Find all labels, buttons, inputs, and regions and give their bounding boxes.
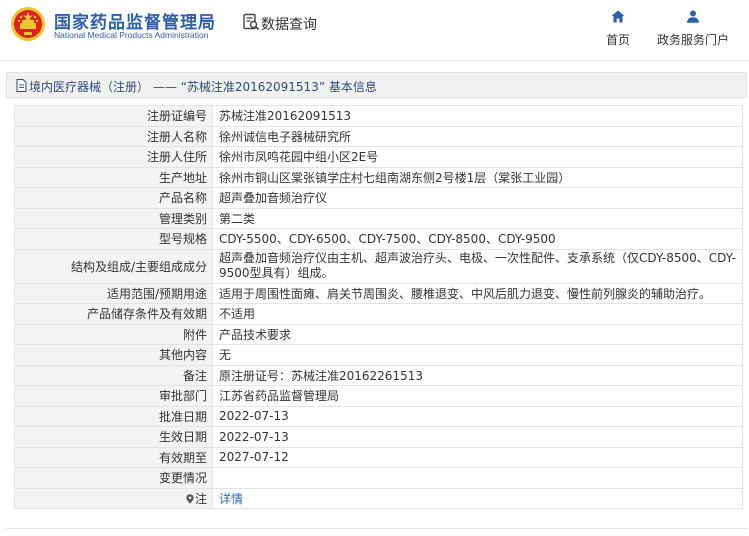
table-row: 注册人名称 徐州诚信电子器械研究所 [14, 125, 743, 147]
table-row: 审批部门 江苏省药品监督管理局 [14, 385, 743, 407]
record-title-bar: 境内医疗器械（注册） —— “苏械注准20162091513” 基本信息 [6, 72, 747, 98]
table-row: 备注 原注册证号：苏械注准20162261513 [14, 364, 743, 386]
field-label: 生效日期 [14, 426, 213, 448]
field-label: 管理类别 [14, 207, 213, 229]
field-label: 注册人住所 [14, 146, 213, 168]
field-label: 注册人名称 [14, 125, 213, 147]
field-value: 苏械注准20162091513 [212, 105, 743, 127]
field-value: 第二类 [212, 207, 743, 229]
field-label: 备注 [14, 364, 213, 386]
field-value: 2022-07-13 [212, 426, 743, 448]
field-value: 超声叠加音频治疗仪由主机、超声波治疗头、电极、一次性配件、支承系统（仅CDY-8… [212, 248, 743, 284]
field-label: 变更情况 [14, 467, 213, 489]
field-value: 原注册证号：苏械注准20162261513 [212, 364, 743, 386]
field-value: 不适用 [212, 303, 743, 325]
table-row: 管理类别 第二类 [14, 207, 743, 229]
field-label: 其他内容 [14, 344, 213, 366]
national-emblem-icon [11, 7, 45, 41]
field-label: 审批部门 [14, 385, 213, 407]
nav-home-label: 首页 [605, 33, 630, 47]
header-divider [0, 60, 749, 61]
user-icon [687, 10, 699, 23]
field-value: 无 [212, 344, 743, 366]
site-header: 国家药品监督管理局 National Medical Products Admi… [0, 0, 749, 60]
field-value: 产品技术要求 [212, 323, 743, 345]
field-value: 江苏省药品监督管理局 [212, 385, 743, 407]
table-row: 结构及组成/主要组成成分 超声叠加音频治疗仪由主机、超声波治疗头、电极、一次性配… [14, 248, 743, 284]
field-label: 批准日期 [14, 405, 213, 427]
note-label-cell: 注 [14, 487, 213, 509]
field-label: 适用范围/预期用途 [14, 282, 213, 304]
field-label: 结构及组成/主要组成成分 [14, 248, 213, 284]
table-row: 注册人住所 徐州市凤鸣花园中组小区2E号 [14, 146, 743, 168]
table-row: 型号规格 CDY-5500、CDY-6500、CDY-7500、CDY-8500… [14, 228, 743, 250]
document-icon [16, 79, 27, 92]
table-row: 批准日期 2022-07-13 [14, 405, 743, 427]
table-row: 生产地址 徐州市铜山区棠张镇学庄村七组南湖东侧2号楼1层（棠张工业园） [14, 166, 743, 188]
table-row: 产品名称 超声叠加音频治疗仪 [14, 187, 743, 209]
details-link[interactable]: 详情 [219, 492, 243, 506]
table-row: 注 详情 [14, 487, 743, 509]
table-row: 注册证编号 苏械注准20162091513 [14, 105, 743, 127]
content-bottom-border [6, 528, 747, 529]
device-info-table: 注册证编号 苏械注准20162091513 注册人名称 徐州诚信电子器械研究所 … [14, 105, 743, 509]
field-label: 型号规格 [14, 228, 213, 250]
nav-gov-service-portal[interactable]: 政务服务门户 [651, 10, 735, 48]
data-query-icon[interactable] [242, 13, 260, 31]
table-row: 其他内容 无 [14, 344, 743, 366]
table-row: 产品储存条件及有效期 不适用 [14, 303, 743, 325]
field-value: 2022-07-13 [212, 405, 743, 427]
field-label: 注册证编号 [14, 105, 213, 127]
field-label: 附件 [14, 323, 213, 345]
location-pin-icon [186, 494, 194, 504]
field-value: CDY-5500、CDY-6500、CDY-7500、CDY-8500、CDY-… [212, 228, 743, 250]
field-label: 注 [194, 491, 207, 506]
field-value: 适用于周围性面瘫、肩关节周围炎、腰椎退变、中风后肌力退变、慢性前列腺炎的辅助治疗… [212, 282, 743, 304]
table-row: 有效期至 2027-07-12 [14, 446, 743, 468]
nav-portal-label: 政务服务门户 [656, 33, 729, 47]
field-label: 产品储存条件及有效期 [14, 303, 213, 325]
field-value-cell: 详情 [212, 487, 743, 509]
table-row: 附件 产品技术要求 [14, 323, 743, 345]
field-value: 2027-07-12 [212, 446, 743, 468]
record-title: 境内医疗器械（注册） —— “苏械注准20162091513” 基本信息 [29, 80, 377, 94]
field-value: 徐州市铜山区棠张镇学庄村七组南湖东侧2号楼1层（棠张工业园） [212, 166, 743, 188]
field-value: 超声叠加音频治疗仪 [212, 187, 743, 209]
data-query-label[interactable]: 数据查询 [261, 14, 317, 34]
field-value: 徐州诚信电子器械研究所 [212, 125, 743, 147]
field-value: 徐州市凤鸣花园中组小区2E号 [212, 146, 743, 168]
table-row: 生效日期 2022-07-13 [14, 426, 743, 448]
field-label: 有效期至 [14, 446, 213, 468]
field-label: 生产地址 [14, 166, 213, 188]
field-value [212, 467, 743, 489]
site-name-en[interactable]: National Medical Products Administration [54, 30, 209, 40]
field-label: 产品名称 [14, 187, 213, 209]
table-row: 适用范围/预期用途 适用于周围性面瘫、肩关节周围炎、腰椎退变、中风后肌力退变、慢… [14, 282, 743, 304]
table-row: 变更情况 [14, 467, 743, 489]
nav-home[interactable]: 首页 [598, 10, 638, 48]
home-icon [611, 10, 625, 23]
